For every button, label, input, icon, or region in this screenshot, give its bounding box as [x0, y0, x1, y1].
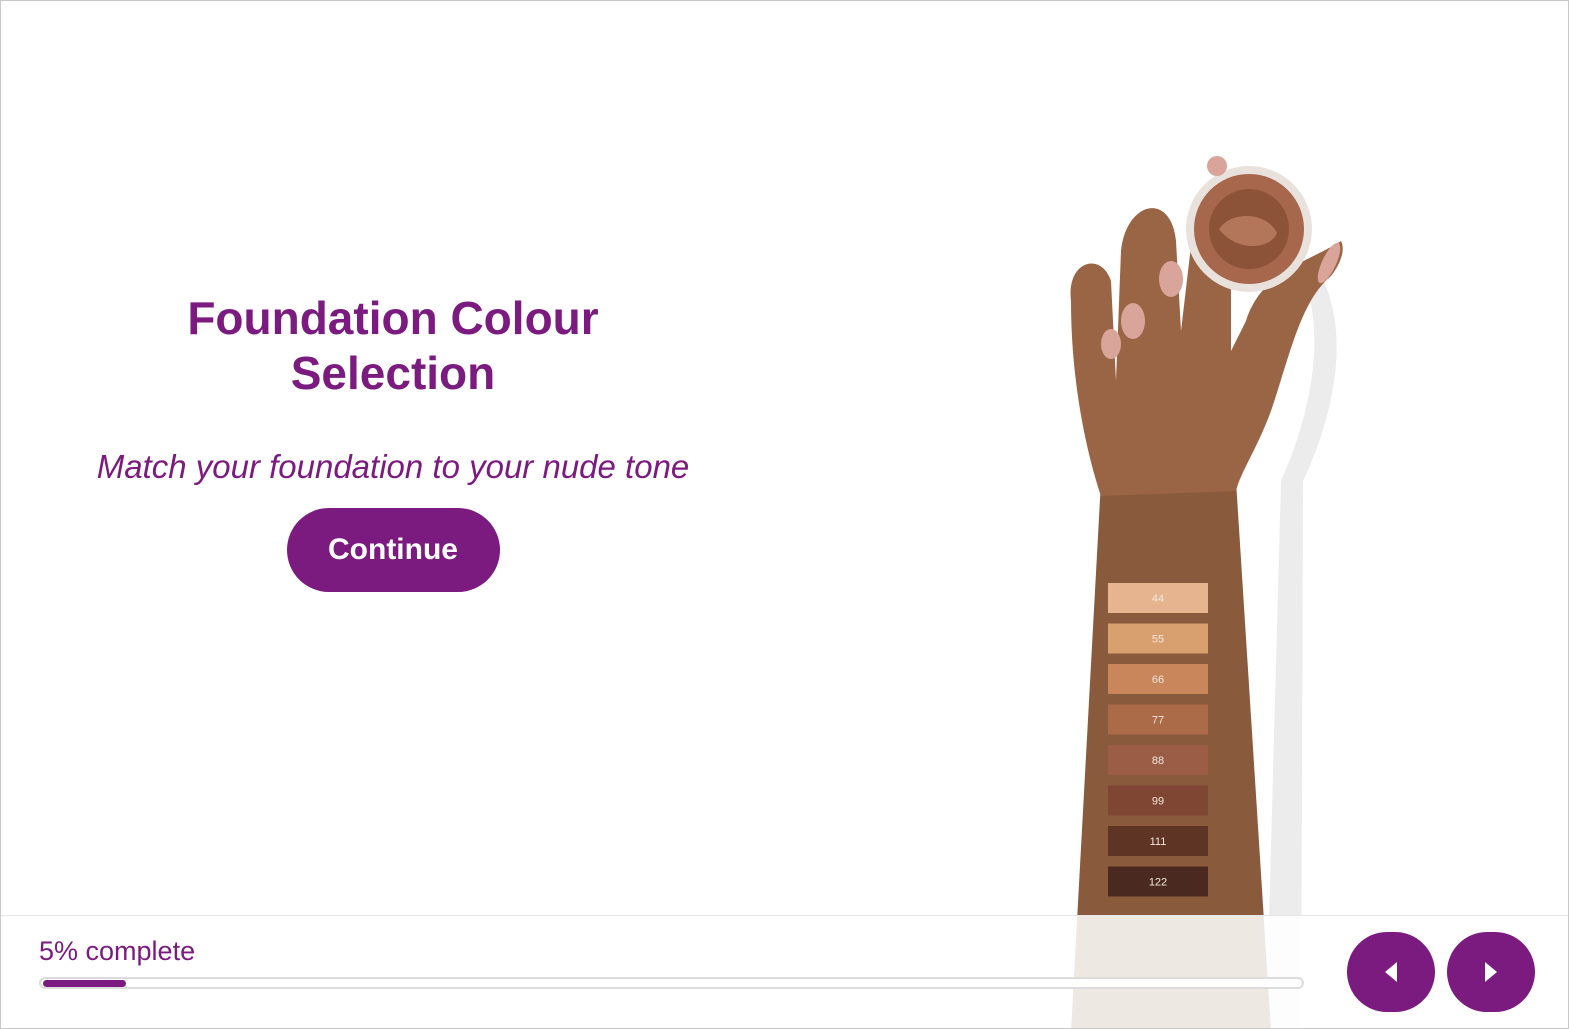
- progress-bar-fill: [43, 980, 126, 987]
- continue-button[interactable]: Continue: [286, 508, 500, 592]
- swatch-label: 111: [1150, 836, 1167, 848]
- arm-swatch-image: 44 55 66 77 88 99 111 122: [1041, 151, 1381, 1028]
- swatch-label: 88: [1152, 755, 1164, 767]
- swatch-label: 122: [1149, 877, 1167, 889]
- caret-right-icon: [1485, 962, 1497, 982]
- swatch-label: 77: [1152, 715, 1164, 727]
- caret-left-icon: [1385, 962, 1397, 982]
- intro-panel: Foundation Colour Selection Match your f…: [93, 291, 693, 592]
- page-subtitle: Match your foundation to your nude tone: [96, 448, 690, 485]
- swatch-label: 66: [1152, 674, 1164, 686]
- previous-button[interactable]: [1347, 932, 1435, 1012]
- page-title: Foundation Colour Selection: [187, 292, 599, 399]
- progress-label: 5% complete: [39, 936, 196, 966]
- progress-bar: [39, 977, 1304, 989]
- quiz-screen: Foundation Colour Selection Match your f…: [0, 0, 1569, 1029]
- swatch-label: 55: [1152, 634, 1164, 646]
- swatch-label: 99: [1152, 796, 1164, 808]
- footer-bar: 5% complete: [1, 915, 1568, 1028]
- next-button[interactable]: [1447, 932, 1535, 1012]
- swatch-label: 44: [1152, 593, 1164, 605]
